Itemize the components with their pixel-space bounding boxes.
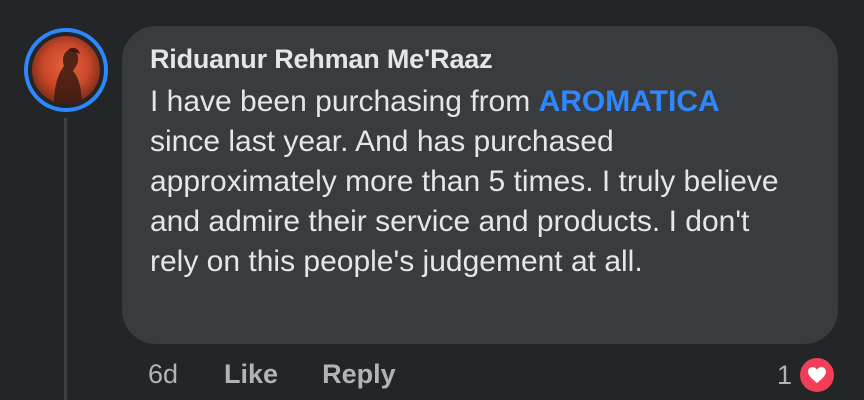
reaction-count: 1 bbox=[776, 359, 792, 390]
like-button[interactable]: Like bbox=[224, 359, 278, 390]
reaction-summary[interactable]: 1 bbox=[777, 356, 836, 394]
comment-author-name[interactable]: Riduanur Rehman Me'Raaz bbox=[150, 42, 810, 76]
reply-button[interactable]: Reply bbox=[322, 359, 396, 390]
mention-link[interactable]: AROMATICA bbox=[539, 85, 720, 118]
comment-actions: 6d Like Reply bbox=[148, 354, 440, 394]
comment-bubble: Riduanur Rehman Me'Raaz I have been purc… bbox=[122, 26, 838, 344]
comment-timestamp[interactable]: 6d bbox=[148, 359, 178, 390]
reply-thread-line bbox=[64, 118, 67, 400]
avatar-person-silhouette-icon bbox=[54, 47, 82, 104]
comment-screen: Riduanur Rehman Me'Raaz I have been purc… bbox=[0, 0, 864, 400]
avatar[interactable] bbox=[32, 36, 100, 104]
heart-icon bbox=[798, 356, 836, 394]
comment-text-part: since last year. And has purchased appro… bbox=[150, 125, 779, 278]
comment-text-part: I have been purchasing from bbox=[150, 85, 539, 118]
comment-text: I have been purchasing from AROMATICA si… bbox=[150, 82, 790, 282]
avatar-story-ring[interactable] bbox=[24, 28, 108, 112]
